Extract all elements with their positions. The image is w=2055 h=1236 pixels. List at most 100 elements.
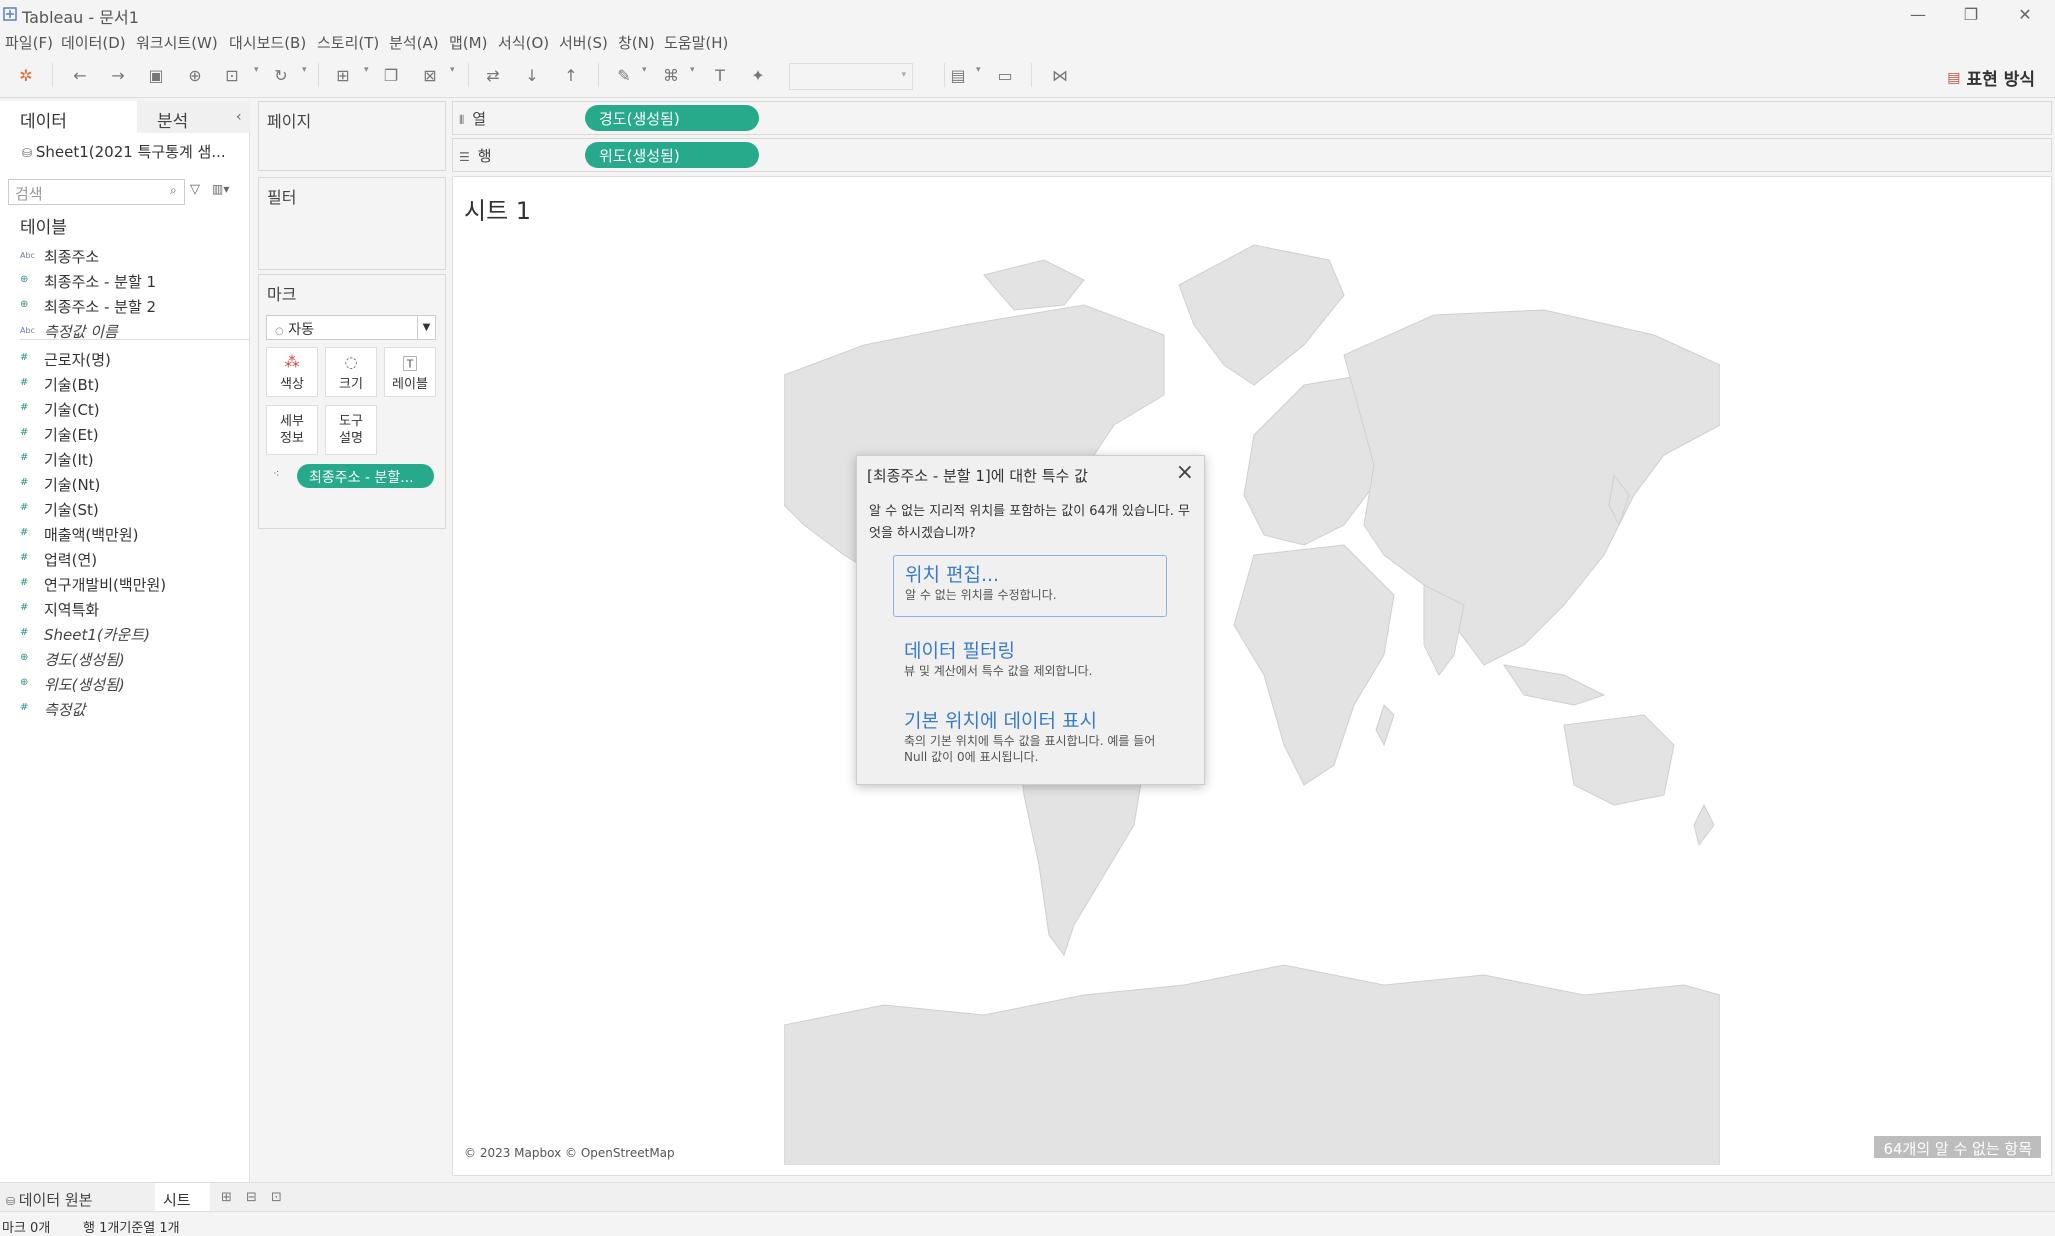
color-button[interactable]: ⁂ 색상 <box>266 347 318 397</box>
number-icon: # <box>20 377 29 388</box>
menu-file[interactable]: 파일(F) <box>5 32 53 53</box>
longitude-pill[interactable]: 경도(생성됨) <box>585 105 759 131</box>
unknown-items-indicator[interactable]: 64개의 알 수 없는 항목 <box>1874 1136 2041 1158</box>
number-icon: # <box>20 402 29 413</box>
menu-format[interactable]: 서식(O) <box>498 32 549 53</box>
latitude-pill[interactable]: 위도(생성됨) <box>585 142 759 168</box>
search-icon[interactable]: ⌕ <box>170 183 177 198</box>
menu-dashboard[interactable]: 대시보드(B) <box>229 32 306 53</box>
group-icon[interactable]: ⌘ <box>661 65 681 85</box>
field-item[interactable]: # 지역특화 <box>0 596 250 621</box>
menu-server[interactable]: 서버(S) <box>559 32 608 53</box>
rows-shelf[interactable]: ☰ 행 위도(생성됨) <box>452 138 2052 172</box>
option-title: 기본 위치에 데이터 표시 <box>904 710 1097 732</box>
detail-field-pill[interactable]: 최종주소 - 분할... <box>297 464 434 488</box>
field-item[interactable]: # 기술(Bt) <box>0 371 250 396</box>
field-item[interactable]: # 근로자(명) <box>0 346 250 371</box>
field-item[interactable]: # 매출액(백만원) <box>0 521 250 546</box>
menu-map[interactable]: 맵(M) <box>449 32 487 53</box>
field-label: 기술(Bt) <box>44 376 100 394</box>
view-options-icon[interactable]: ▥▾ <box>212 182 229 196</box>
search-input[interactable]: 검색 <box>8 179 185 205</box>
field-item[interactable]: ⊕ 경도(생성됨) <box>0 646 250 671</box>
duplicate-sheet-icon[interactable]: ❐ <box>381 65 401 85</box>
field-item[interactable]: # Sheet1(카운트) <box>0 621 250 646</box>
labels-icon[interactable]: T <box>710 65 730 85</box>
filter-icon[interactable]: ▽ <box>190 182 200 197</box>
tables-header: 테이블 <box>20 218 67 238</box>
field-item[interactable]: Abc 최종주소 <box>0 243 250 268</box>
option-description: 뷰 및 계산에서 특수 값을 제외합니다. <box>904 664 1093 678</box>
fit-dropdown[interactable]: ▾ <box>789 63 913 90</box>
menu-analysis[interactable]: 분석(A) <box>389 32 439 53</box>
menu-worksheet[interactable]: 워크시트(W) <box>136 32 218 53</box>
datasource-item[interactable]: ⛁ Sheet1(2021 특구통계 샘... <box>22 141 226 162</box>
mark-type-dropdown[interactable]: ○ 자동 ▼ <box>266 315 436 340</box>
new-story-icon[interactable]: ⊡ <box>271 1190 282 1205</box>
minimize-button[interactable]: — <box>1893 0 1943 28</box>
field-label: 기술(St) <box>44 501 99 519</box>
field-item[interactable]: # 기술(Et) <box>0 421 250 446</box>
presentation-icon[interactable]: ▭ <box>995 65 1015 85</box>
menu-story[interactable]: 스토리(T) <box>317 32 379 53</box>
undo-icon[interactable]: ← <box>70 65 90 85</box>
menu-help[interactable]: 도움말(H) <box>664 32 728 53</box>
field-item[interactable]: ⊕ 최종주소 - 분할 2 <box>0 293 250 318</box>
redo-icon[interactable]: → <box>108 65 128 85</box>
share-icon[interactable]: ⋈ <box>1050 65 1070 85</box>
field-item[interactable]: # 기술(Nt) <box>0 471 250 496</box>
map-attribution[interactable]: © 2023 Mapbox © OpenStreetMap <box>464 1146 675 1160</box>
new-datasource-icon[interactable]: ⊕ <box>185 65 205 85</box>
data-pane: 데이터 분석 ‹ ⛁ Sheet1(2021 특구통계 샘... 검색 ⌕ ▽ … <box>0 101 250 1182</box>
show-cards-icon[interactable]: ▤ <box>948 65 968 85</box>
pause-updates-icon[interactable]: ⊡ <box>222 65 242 85</box>
tab-analysis[interactable]: 분석 <box>137 101 250 133</box>
swap-icon[interactable]: ⇄ <box>483 65 503 85</box>
edit-locations-option[interactable]: 위치 편집... 알 수 없는 위치를 수정합니다. <box>893 555 1167 617</box>
label-button[interactable]: 🅃 레이블 <box>384 347 436 397</box>
field-item[interactable]: # 측정값 <box>0 696 250 721</box>
highlight-icon[interactable]: ✎ <box>614 65 634 85</box>
menu-window[interactable]: 창(N) <box>618 32 655 53</box>
field-item[interactable]: # 기술(Ct) <box>0 396 250 421</box>
status-marks: 마크 0개 <box>2 1221 51 1236</box>
filter-data-option[interactable]: 데이터 필터링 뷰 및 계산에서 특수 값을 제외합니다. <box>893 632 1167 683</box>
new-worksheet-icon[interactable]: ⊞ <box>221 1190 232 1205</box>
pin-icon[interactable]: ✦ <box>748 65 768 85</box>
columns-shelf[interactable]: ⦀ 열 경도(생성됨) <box>452 101 2052 135</box>
maximize-button[interactable]: ❐ <box>1946 0 1996 28</box>
sort-desc-icon[interactable]: ↑ <box>561 65 581 85</box>
field-item[interactable]: ⊕ 최종주소 - 분할 1 <box>0 268 250 293</box>
field-item[interactable]: # 기술(St) <box>0 496 250 521</box>
tableau-start-icon[interactable]: ✲ <box>16 65 36 85</box>
field-item[interactable]: # 연구개발비(백만원) <box>0 571 250 596</box>
pages-shelf[interactable]: 페이지 <box>258 101 446 171</box>
size-button[interactable]: ◌ 크기 <box>325 347 377 397</box>
new-dashboard-icon[interactable]: ⊟ <box>246 1190 257 1205</box>
save-icon[interactable]: ▣ <box>146 65 166 85</box>
show-me-button[interactable]: ▤ 표현 방식 <box>1947 65 2035 91</box>
show-default-position-option[interactable]: 기본 위치에 데이터 표시 축의 기본 위치에 특수 값을 표시합니다. 예를 … <box>893 702 1167 769</box>
label-icon: 🅃 <box>402 355 418 373</box>
clear-sheet-icon[interactable]: ⊠ <box>420 65 440 85</box>
menu-data[interactable]: 데이터(D) <box>61 32 126 53</box>
tab-data[interactable]: 데이터 <box>0 101 137 133</box>
field-item[interactable]: # 기술(It) <box>0 446 250 471</box>
new-sheet-icon[interactable]: ⊞ <box>333 65 353 85</box>
close-icon[interactable]: × <box>1176 460 1194 485</box>
collapse-pane-icon[interactable]: ‹ <box>236 109 242 125</box>
option-title: 데이터 필터링 <box>904 640 1015 662</box>
sort-asc-icon[interactable]: ↓ <box>522 65 542 85</box>
refresh-icon[interactable]: ↻ <box>271 65 291 85</box>
detail-button[interactable]: 세부 정보 <box>266 405 318 455</box>
tab-data-source[interactable]: ⛁ 데이터 원본 <box>6 1189 93 1210</box>
filters-shelf[interactable]: 필터 <box>258 177 446 270</box>
tab-sheet-1[interactable]: 시트 1 <box>155 1183 210 1228</box>
close-window-button[interactable]: ✕ <box>2000 0 2050 28</box>
field-item[interactable]: ⊕ 위도(생성됨) <box>0 671 250 696</box>
sheet-title[interactable]: 시트 1 <box>464 191 531 226</box>
tooltip-button[interactable]: 도구 설명 <box>325 405 377 455</box>
chevron-down-icon: ▼ <box>417 316 435 339</box>
field-item[interactable]: # 업력(연) <box>0 546 250 571</box>
geo-role-icon: ⊕ <box>20 299 29 310</box>
